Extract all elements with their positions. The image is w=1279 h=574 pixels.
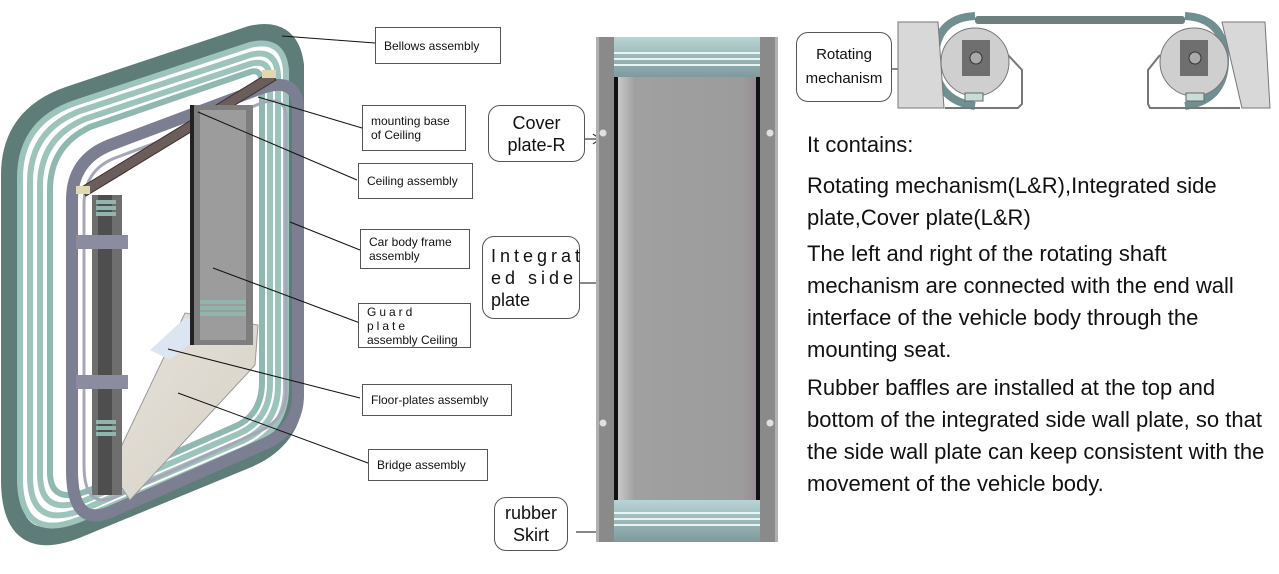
description-paragraph-3: Rubber baffles are installed at the top … [807, 372, 1277, 500]
description-heading: It contains: [807, 129, 1277, 161]
rubber-skirt-bottom [614, 500, 760, 542]
paragraph-text: Rubber baffles are installed at the top … [807, 375, 1265, 496]
label-text: Bridge assembly [377, 458, 466, 472]
label-mounting-base: mounting base of Ceiling [362, 105, 466, 151]
label-floor-plates: Floor-plates assembly [362, 384, 512, 416]
label-text: assembly Ceiling [367, 332, 458, 347]
label-car-body-frame: Car body frame assembly [360, 229, 470, 269]
label-text: Skirt [513, 525, 549, 545]
label-text: mounting base [371, 114, 450, 128]
label-text: Rotating [816, 46, 872, 63]
label-text: Integrat [491, 245, 585, 266]
paragraph-text: Rotating mechanism(L&R),Integrated side … [807, 173, 1217, 230]
label-rubber-skirt: rubber Skirt [494, 497, 568, 551]
label-ceiling-assembly: Ceiling assembly [358, 163, 473, 199]
label-text: of Ceiling [371, 128, 422, 142]
cover-plate-left [596, 37, 614, 542]
label-text: plate [491, 289, 531, 310]
label-guard-plate: Guard plate assembly Ceiling [358, 303, 471, 348]
label-text: plate-R [507, 134, 566, 155]
label-text: Cover [512, 112, 561, 133]
description-paragraph-2: The left and right of the rotating shaft… [807, 238, 1277, 366]
description-paragraph-1: Rotating mechanism(L&R),Integrated side … [807, 170, 1277, 234]
label-text: ed side [491, 267, 578, 288]
label-text: mechanism [805, 70, 883, 87]
label-text: Car body frame [369, 235, 452, 249]
rubber-baffle-top [614, 37, 760, 77]
label-cover-plate: Cover plate-R [488, 105, 585, 162]
heading-text: It contains: [807, 132, 914, 157]
label-text: rubber [504, 503, 558, 523]
label-integrated-side-plate: Integrat ed side plate [482, 236, 580, 319]
label-text: Guard plate [367, 304, 416, 333]
label-text: Floor-plates assembly [371, 393, 489, 407]
integrated-side-plate [618, 72, 756, 507]
label-rotating-mechanism: Rotating mechanism [796, 32, 892, 102]
paragraph-text: The left and right of the rotating shaft… [807, 241, 1234, 362]
label-bellows-assembly: Bellows assembly [375, 27, 501, 64]
label-text: Ceiling assembly [367, 174, 458, 188]
label-text: assembly [369, 249, 420, 263]
cover-plate-right [760, 37, 778, 542]
label-text: Bellows assembly [384, 38, 480, 53]
gangway-illustration [1, 24, 304, 546]
label-bridge-assembly: Bridge assembly [368, 449, 488, 481]
